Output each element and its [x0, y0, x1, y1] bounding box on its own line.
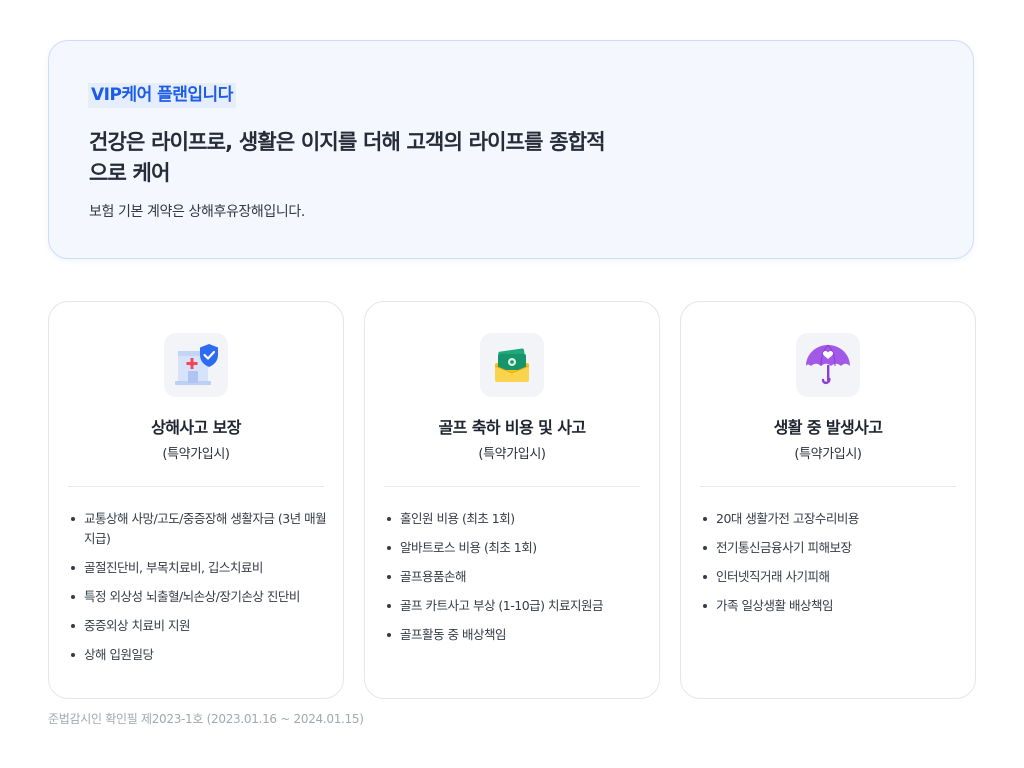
hero-description: 보험 기본 계약은 상해후유장해입니다. — [89, 204, 305, 220]
list-item: 골프 카트사고 부상 (1-10급) 치료지원금 — [387, 596, 645, 616]
bullet-icon — [703, 546, 707, 550]
bullet-icon — [387, 517, 391, 521]
list-item: 상해 입원일당 — [71, 645, 329, 665]
list-item-text: 골프용품손해 — [400, 569, 467, 584]
list-item-text: 골프활동 중 배상책임 — [400, 627, 506, 642]
list-item-text: 중증외상 치료비 지원 — [84, 618, 190, 633]
card-subtitle: (특약가입시) — [794, 447, 862, 462]
list-item-text: 20대 생활가전 고장수리비용 — [716, 511, 859, 526]
bullet-icon — [703, 604, 707, 608]
card-title: 상해사고 보장 — [151, 418, 241, 437]
list-item-text: 특정 외상성 뇌출혈/뇌손상/장기손상 진단비 — [84, 589, 300, 604]
coverage-card-daily-life: 생활 중 발생사고 (특약가입시) 20대 생활가전 고장수리비용 전기통신금융… — [680, 301, 976, 699]
card-divider — [700, 486, 956, 487]
card-title: 생활 중 발생사고 — [773, 418, 883, 437]
card-subtitle: (특약가입시) — [162, 447, 230, 462]
coverage-list: 교통상해 사망/고도/중증장해 생활자금 (3년 매월지급) 골절진단비, 부목… — [71, 509, 329, 674]
list-item: 특정 외상성 뇌출혈/뇌손상/장기손상 진단비 — [71, 587, 329, 607]
bullet-icon — [703, 575, 707, 579]
plan-hero-banner: VIP케어 플랜입니다 건강은 라이프로, 생활은 이지를 더해 고객의 라이프… — [48, 40, 974, 259]
money-envelope-icon — [480, 333, 544, 397]
hero-headline: 건강은 라이프로, 생활은 이지를 더해 고객의 라이프를 종합적으로 케어 — [89, 130, 606, 185]
list-item: 20대 생활가전 고장수리비용 — [703, 509, 961, 529]
list-item-text: 상해 입원일당 — [84, 647, 154, 662]
list-item: 알바트로스 비용 (최초 1회) — [387, 538, 645, 558]
compliance-note: 준법감시인 확인필 제2023-1호 (2023.01.16 ~ 2024.01… — [48, 712, 364, 726]
bullet-icon — [71, 595, 75, 599]
card-divider — [68, 486, 324, 487]
list-item: 중증외상 치료비 지원 — [71, 616, 329, 636]
list-item: 골절진단비, 부목치료비, 깁스치료비 — [71, 558, 329, 578]
list-item-text: 골프 카트사고 부상 (1-10급) 치료지원금 — [400, 598, 604, 613]
list-item-text: 홀인원 비용 (최초 1회) — [400, 511, 515, 526]
bullet-icon — [703, 517, 707, 521]
list-item: 골프활동 중 배상책임 — [387, 625, 645, 645]
plan-badge: VIP케어 플랜입니다 — [88, 83, 236, 108]
bullet-icon — [71, 517, 75, 521]
bullet-icon — [387, 604, 391, 608]
bullet-icon — [71, 566, 75, 570]
bullet-icon — [71, 624, 75, 628]
list-item: 인터넷직거래 사기피해 — [703, 567, 961, 587]
list-item-text: 가족 일상생활 배상책임 — [716, 598, 833, 613]
umbrella-heart-icon — [796, 333, 860, 397]
list-item: 골프용품손해 — [387, 567, 645, 587]
list-item-text: 교통상해 사망/고도/중증장해 생활자금 (3년 매월지급) — [84, 511, 327, 546]
list-item: 전기통신금융사기 피해보장 — [703, 538, 961, 558]
card-divider — [384, 486, 640, 487]
list-item-text: 인터넷직거래 사기피해 — [716, 569, 830, 584]
card-title: 골프 축하 비용 및 사고 — [438, 418, 587, 437]
coverage-list: 20대 생활가전 고장수리비용 전기통신금융사기 피해보장 인터넷직거래 사기피… — [703, 509, 961, 625]
coverage-card-accident: 상해사고 보장 (특약가입시) 교통상해 사망/고도/중증장해 생활자금 (3년… — [48, 301, 344, 699]
list-item: 교통상해 사망/고도/중증장해 생활자금 (3년 매월지급) — [71, 509, 329, 549]
coverage-card-golf: 골프 축하 비용 및 사고 (특약가입시) 홀인원 비용 (최초 1회) 알바트… — [364, 301, 660, 699]
list-item-text: 골절진단비, 부목치료비, 깁스치료비 — [84, 560, 263, 575]
coverage-list: 홀인원 비용 (최초 1회) 알바트로스 비용 (최초 1회) 골프용품손해 골… — [387, 509, 645, 654]
card-subtitle: (특약가입시) — [478, 447, 546, 462]
bullet-icon — [387, 575, 391, 579]
bullet-icon — [387, 633, 391, 637]
hospital-shield-icon — [164, 333, 228, 397]
list-item: 홀인원 비용 (최초 1회) — [387, 509, 645, 529]
list-item-text: 전기통신금융사기 피해보장 — [716, 540, 852, 555]
bullet-icon — [71, 653, 75, 657]
bullet-icon — [387, 546, 391, 550]
list-item-text: 알바트로스 비용 (최초 1회) — [400, 540, 537, 555]
list-item: 가족 일상생활 배상책임 — [703, 596, 961, 616]
